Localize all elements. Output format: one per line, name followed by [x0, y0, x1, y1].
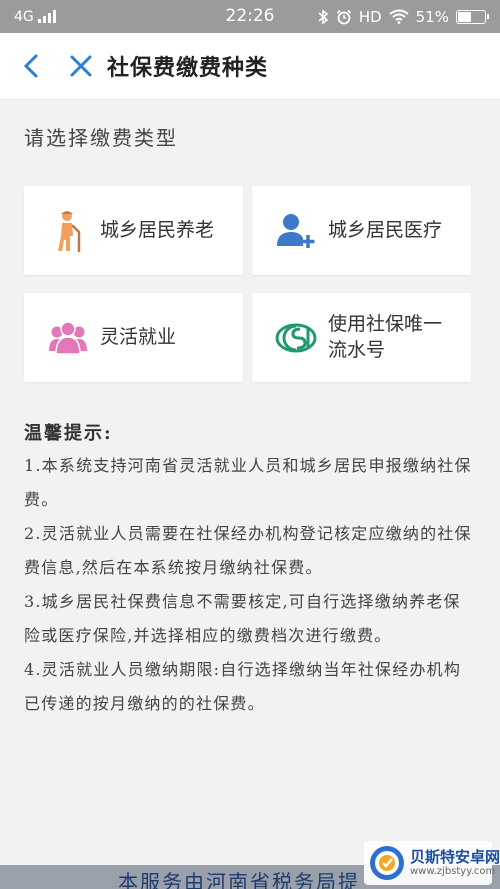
option-label: 灵活就业	[100, 325, 177, 348]
hd-label: HD	[358, 7, 382, 26]
tips-title: 温馨提示:	[24, 423, 113, 444]
option-flexible-employment[interactable]: 灵活就业	[24, 293, 243, 382]
site-watermark: 贝斯特安卓网 www.zjbstyy.com	[364, 841, 500, 885]
option-label: 使用社保唯一流水号	[328, 312, 443, 361]
nav-bar: 社保费缴费种类	[0, 33, 500, 100]
watermark-name: 贝斯特安卓网	[410, 848, 500, 867]
close-icon	[70, 55, 92, 77]
alarm-icon	[336, 9, 351, 24]
option-unique-serial-number[interactable]: 使用社保唯一流水号	[252, 293, 471, 382]
option-label: 城乡居民养老	[100, 218, 215, 241]
people-group-icon	[46, 316, 90, 360]
network-label: 4G	[14, 8, 34, 25]
wifi-icon	[389, 9, 409, 24]
option-rural-medical[interactable]: 城乡居民医疗	[252, 186, 471, 275]
si-logo-icon	[274, 316, 318, 360]
tips-section: 温馨提示: 1.本系统支持河南省灵活就业人员和城乡居民申报缴纳社保费。 2.灵活…	[0, 419, 500, 721]
tip-item: 2.灵活就业人员需要在社保经办机构登记核定应缴纳的社保费信息,然后在本系统按月缴…	[24, 524, 472, 577]
status-bar: 4G 22:26 HD 51%	[0, 0, 500, 33]
elderly-person-icon	[46, 209, 90, 253]
add-user-icon	[274, 209, 318, 253]
close-button[interactable]	[59, 44, 103, 88]
page-title: 社保费缴费种类	[107, 55, 269, 81]
option-rural-pension[interactable]: 城乡居民养老	[24, 186, 243, 275]
status-right: HD 51%	[317, 7, 489, 26]
watermark-url: www.zjbstyy.com	[410, 865, 496, 877]
status-left: 4G	[14, 9, 56, 25]
watermark-logo-icon	[370, 846, 404, 880]
signal-icon	[37, 10, 56, 23]
tip-item: 1.本系统支持河南省灵活就业人员和城乡居民申报缴纳社保费。	[24, 456, 472, 509]
tip-item: 4.灵活就业人员缴纳期限:自行选择缴纳当年社保经办机构已传递的按月缴纳的的社保费…	[24, 660, 462, 713]
back-button[interactable]	[9, 44, 53, 88]
battery-icon	[456, 9, 489, 24]
section-title: 请选择缴费类型	[24, 126, 178, 150]
chevron-left-icon	[23, 54, 38, 78]
footer-text: 本服务由河南省税务局提	[118, 870, 360, 889]
watermark-text: 贝斯特安卓网 www.zjbstyy.com	[410, 849, 500, 877]
option-label: 城乡居民医疗	[328, 218, 443, 241]
battery-percent: 51%	[415, 7, 449, 26]
tip-item: 3.城乡居民社保费信息不需要核定,可自行选择缴纳养老保险或医疗保险,并选择相应的…	[24, 592, 461, 645]
battery-fill	[458, 11, 472, 22]
option-grid: 城乡居民养老 城乡居民医疗 灵活就业 使用社保唯一流水号	[0, 182, 500, 417]
bluetooth-icon	[318, 8, 329, 25]
